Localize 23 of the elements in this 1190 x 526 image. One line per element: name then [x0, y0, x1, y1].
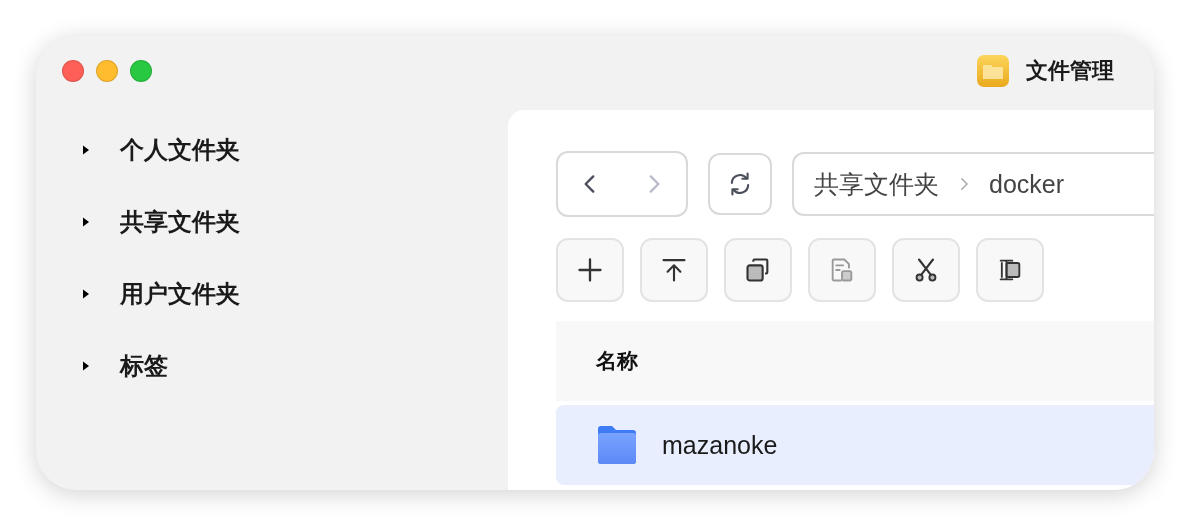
rename-button[interactable] — [976, 238, 1044, 302]
upload-button[interactable] — [640, 238, 708, 302]
folder-app-icon — [976, 54, 1010, 88]
sidebar-item[interactable]: 用户文件夹 — [36, 258, 508, 330]
upload-icon — [660, 256, 688, 284]
file-row[interactable]: mazanoke — [556, 405, 1154, 485]
file-name: mazanoke — [662, 430, 778, 460]
refresh-button[interactable] — [708, 153, 772, 215]
minimize-button[interactable] — [96, 60, 118, 82]
maximize-button[interactable] — [130, 60, 152, 82]
cut-button[interactable] — [892, 238, 960, 302]
breadcrumb-link[interactable]: 共享文件夹 — [814, 167, 939, 201]
folder-icon — [596, 426, 638, 464]
copy-button[interactable] — [724, 238, 792, 302]
close-button[interactable] — [62, 60, 84, 82]
sidebar-item[interactable]: 个人文件夹 — [36, 114, 508, 186]
column-header[interactable]: 名称 — [596, 347, 638, 375]
sidebar-item[interactable]: 共享文件夹 — [36, 186, 508, 258]
plus-icon — [576, 256, 604, 284]
breadcrumb-link[interactable]: docker — [989, 169, 1065, 199]
new-button[interactable] — [556, 238, 624, 302]
sidebar-item[interactable]: 标签 — [36, 330, 508, 402]
window-title: 文件管理 — [1026, 57, 1114, 85]
